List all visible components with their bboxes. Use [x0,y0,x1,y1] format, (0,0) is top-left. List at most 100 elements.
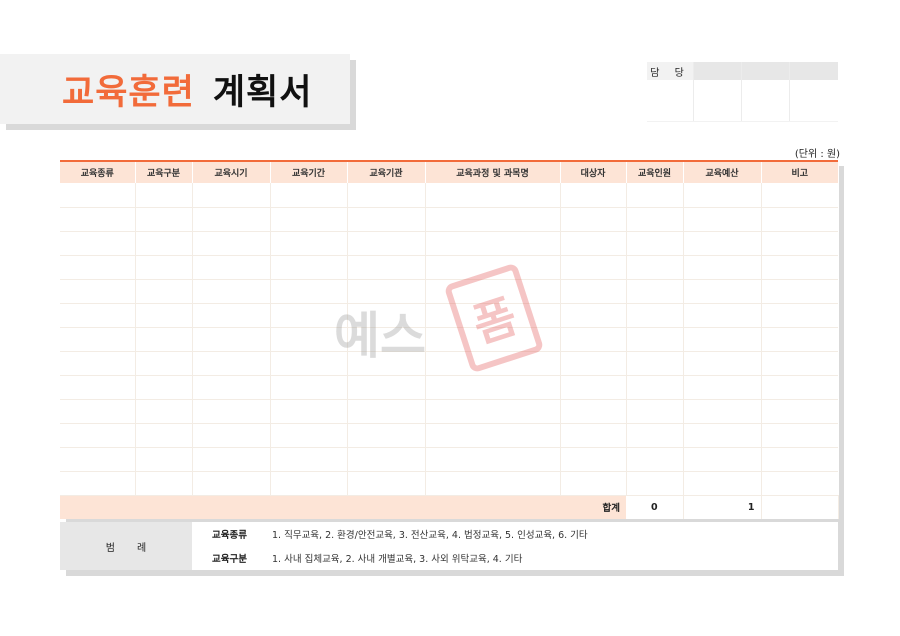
table-cell[interactable] [192,183,271,208]
table-cell[interactable] [761,327,838,352]
table-cell[interactable] [626,423,684,448]
table-cell[interactable] [60,231,136,256]
table-cell[interactable] [425,471,561,496]
table-cell[interactable] [270,447,348,472]
table-cell[interactable] [761,471,838,496]
table-cell[interactable] [683,207,762,232]
table-cell[interactable] [626,351,684,376]
table-cell[interactable] [270,423,348,448]
table-cell[interactable] [683,423,762,448]
table-cell[interactable] [270,207,348,232]
table-cell[interactable] [425,423,561,448]
table-cell[interactable] [425,375,561,400]
table-cell[interactable] [60,327,136,352]
table-cell[interactable] [683,255,762,280]
table-cell[interactable] [683,327,762,352]
table-cell[interactable] [270,375,348,400]
table-cell[interactable] [347,231,426,256]
table-cell[interactable] [347,255,426,280]
table-cell[interactable] [626,399,684,424]
table-cell[interactable] [135,327,193,352]
table-cell[interactable] [560,351,627,376]
table-cell[interactable] [683,351,762,376]
table-cell[interactable] [626,303,684,328]
table-cell[interactable] [626,447,684,472]
table-cell[interactable] [270,399,348,424]
table-cell[interactable] [135,375,193,400]
table-cell[interactable] [60,255,136,280]
table-cell[interactable] [192,327,271,352]
table-cell[interactable] [626,471,684,496]
table-cell[interactable] [626,255,684,280]
table-cell[interactable] [560,183,627,208]
table-cell[interactable] [135,471,193,496]
table-cell[interactable] [560,423,627,448]
table-cell[interactable] [560,447,627,472]
table-cell[interactable] [60,447,136,472]
table-cell[interactable] [192,447,271,472]
table-cell[interactable] [683,183,762,208]
table-cell[interactable] [560,255,627,280]
table-cell[interactable] [135,255,193,280]
table-cell[interactable] [425,327,561,352]
table-cell[interactable] [135,303,193,328]
table-cell[interactable] [60,303,136,328]
table-cell[interactable] [761,231,838,256]
table-cell[interactable] [192,351,271,376]
table-cell[interactable] [347,351,426,376]
table-cell[interactable] [192,399,271,424]
table-cell[interactable] [60,351,136,376]
table-cell[interactable] [761,399,838,424]
table-cell[interactable] [347,375,426,400]
table-cell[interactable] [761,303,838,328]
table-cell[interactable] [270,231,348,256]
table-cell[interactable] [425,351,561,376]
table-cell[interactable] [60,399,136,424]
table-cell[interactable] [347,327,426,352]
table-cell[interactable] [135,207,193,232]
table-cell[interactable] [192,375,271,400]
table-cell[interactable] [560,279,627,304]
table-cell[interactable] [761,279,838,304]
table-cell[interactable] [425,447,561,472]
table-cell[interactable] [425,399,561,424]
table-cell[interactable] [425,231,561,256]
table-cell[interactable] [425,303,561,328]
table-cell[interactable] [192,255,271,280]
table-cell[interactable] [683,279,762,304]
table-cell[interactable] [135,399,193,424]
table-cell[interactable] [560,471,627,496]
table-cell[interactable] [560,327,627,352]
table-cell[interactable] [626,327,684,352]
table-cell[interactable] [761,183,838,208]
table-cell[interactable] [761,423,838,448]
table-cell[interactable] [425,183,561,208]
table-cell[interactable] [270,183,348,208]
table-cell[interactable] [60,375,136,400]
table-cell[interactable] [270,279,348,304]
table-cell[interactable] [60,423,136,448]
table-cell[interactable] [626,207,684,232]
table-cell[interactable] [270,255,348,280]
table-cell[interactable] [270,351,348,376]
table-cell[interactable] [560,399,627,424]
table-cell[interactable] [347,423,426,448]
table-cell[interactable] [192,423,271,448]
table-cell[interactable] [347,183,426,208]
table-cell[interactable] [560,303,627,328]
table-cell[interactable] [347,279,426,304]
table-cell[interactable] [683,303,762,328]
table-cell[interactable] [135,183,193,208]
table-cell[interactable] [683,471,762,496]
table-cell[interactable] [270,471,348,496]
table-cell[interactable] [626,183,684,208]
table-cell[interactable] [270,327,348,352]
table-cell[interactable] [626,231,684,256]
table-cell[interactable] [683,231,762,256]
table-cell[interactable] [192,279,271,304]
table-cell[interactable] [683,375,762,400]
table-cell[interactable] [626,279,684,304]
table-cell[interactable] [60,207,136,232]
table-cell[interactable] [425,279,561,304]
table-cell[interactable] [192,303,271,328]
